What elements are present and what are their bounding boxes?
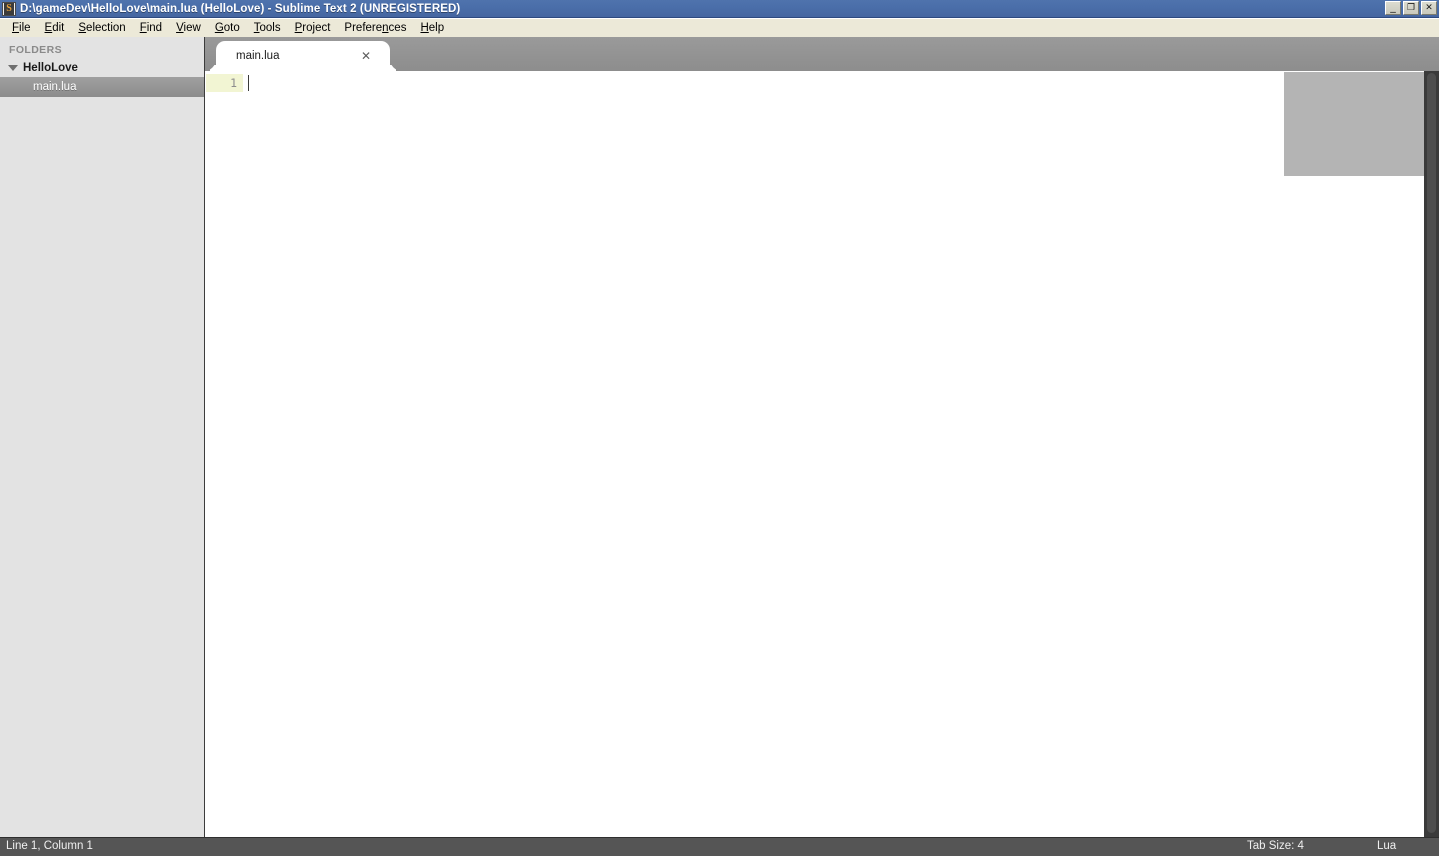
- window-title: D:\gameDev\HelloLove\main.lua (HelloLove…: [20, 2, 461, 15]
- status-cursor-position: Line 1, Column 1: [6, 840, 93, 852]
- menu-item-find-rest: ind: [146, 22, 163, 34]
- status-bar: Line 1, Column 1 Tab Size: 4 Lua: [0, 837, 1439, 856]
- close-button[interactable]: ✕: [1421, 1, 1437, 15]
- close-icon: ✕: [1425, 3, 1433, 13]
- line-number-1: 1: [230, 76, 237, 90]
- menu-item-preferences[interactable]: Preferences: [337, 21, 413, 35]
- sublime-text-icon: S: [2, 1, 16, 16]
- menu-item-edit-rest: dit: [52, 22, 65, 34]
- minimap-viewport[interactable]: [1284, 72, 1424, 176]
- vertical-scrollbar[interactable]: [1424, 71, 1439, 837]
- triangle-down-icon[interactable]: [8, 65, 18, 71]
- sidebar-file-main-lua[interactable]: main.lua: [0, 77, 204, 97]
- menu-item-view[interactable]: View: [169, 21, 208, 35]
- menu-bar: File Edit Selection Find View Goto Tools…: [0, 19, 1439, 37]
- sublime-text-window: S D:\gameDev\HelloLove\main.lua (HelloLo…: [0, 0, 1439, 856]
- menu-item-project[interactable]: Project: [288, 21, 338, 35]
- menu-item-help-rest: elp: [428, 22, 445, 34]
- tab-bar: main.lua ✕: [205, 37, 1439, 71]
- menu-item-help[interactable]: Help: [413, 21, 451, 35]
- sidebar-file-label: main.lua: [33, 81, 77, 93]
- text-caret: [248, 75, 249, 91]
- menu-item-edit[interactable]: Edit: [38, 21, 72, 35]
- editor-area[interactable]: 1: [206, 71, 1439, 837]
- scrollbar-thumb[interactable]: [1427, 73, 1436, 833]
- menu-item-file[interactable]: File: [5, 21, 38, 35]
- menu-item-selection-rest: election: [86, 22, 126, 34]
- app-icon-glyph: S: [4, 2, 14, 15]
- menu-item-view-rest: iew: [183, 22, 201, 34]
- minimize-button[interactable]: _: [1385, 1, 1401, 15]
- close-icon[interactable]: ✕: [361, 50, 371, 62]
- sidebar-header-folders: FOLDERS: [9, 44, 62, 56]
- sidebar-folder-label: HelloLove: [23, 62, 78, 74]
- menu-item-find[interactable]: Find: [133, 21, 169, 35]
- menu-item-selection[interactable]: Selection: [71, 21, 132, 35]
- minimap[interactable]: [1284, 71, 1424, 837]
- maximize-button[interactable]: ❐: [1403, 1, 1419, 15]
- window-controls: _ ❐ ✕: [1385, 1, 1437, 15]
- menu-item-file-rest: ile: [19, 22, 31, 34]
- status-tab-size[interactable]: Tab Size: 4: [1247, 840, 1304, 852]
- maximize-icon: ❐: [1406, 3, 1416, 13]
- menu-item-tools-rest: ools: [259, 22, 281, 34]
- menu-item-goto-rest: oto: [223, 22, 240, 34]
- status-syntax-mode[interactable]: Lua: [1377, 840, 1396, 852]
- menu-item-goto[interactable]: Goto: [208, 21, 247, 35]
- menu-item-project-rest: roject: [302, 22, 331, 34]
- menu-item-preferences-pre: Prefere: [344, 22, 383, 34]
- menu-item-tools[interactable]: Tools: [247, 21, 288, 35]
- minimize-icon: _: [1390, 0, 1396, 13]
- title-bar: S D:\gameDev\HelloLove\main.lua (HelloLo…: [0, 0, 1439, 18]
- menu-item-preferences-rest: ces: [388, 22, 407, 34]
- sidebar-folder-hellolove[interactable]: HelloLove: [0, 59, 204, 77]
- tab-main-lua[interactable]: main.lua ✕: [216, 41, 390, 71]
- tab-label: main.lua: [236, 50, 280, 62]
- sidebar: FOLDERS HelloLove main.lua: [0, 37, 205, 837]
